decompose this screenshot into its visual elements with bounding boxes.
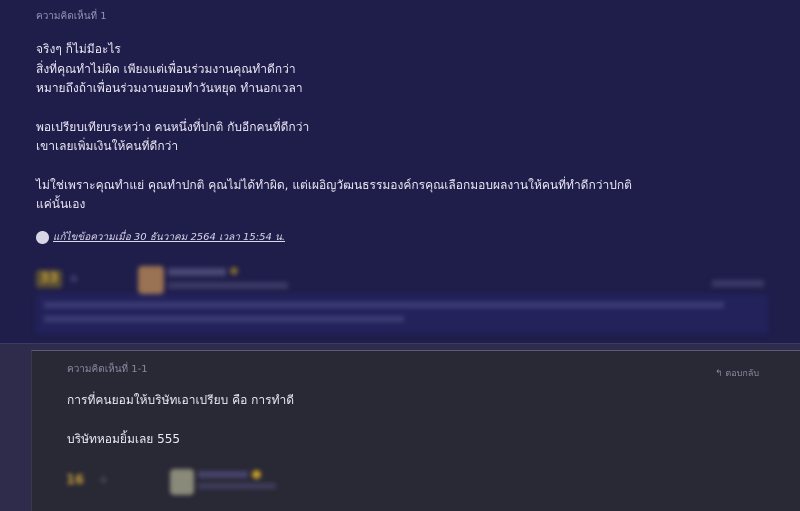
post-meta <box>198 483 276 489</box>
reply-card: ความคิดเห็นที่ 1-1 การที่คนยอมให้บริษัทเ… <box>31 350 800 511</box>
avatar[interactable] <box>170 469 194 495</box>
edited-note: แก้ไขข้อความเมื่อ 30 ธันวาคม 2564 เวลา 1… <box>36 230 285 245</box>
comment-line: พอเปรียบเทียบระหว่าง คนหนึ่งที่ปกติ กับอ… <box>36 119 310 134</box>
emotion-plus-button[interactable]: + <box>68 271 80 287</box>
vote-count[interactable]: 16 <box>66 473 88 489</box>
comment-number: ความคิดเห็นที่ 1 <box>36 11 107 22</box>
comment-line: จริงๆ ก็ไม่มีอะไร <box>36 42 121 56</box>
comment-footer: 33 + <box>36 264 768 336</box>
comment-line: ไม่ใช่เพราะคุณทำแย่ คุณทำปกติ คุณไม่ได้ท… <box>36 177 632 192</box>
comment-line: หมายถึงถ้าเพื่อนร่วมงานยอมทำวันหยุด ทำนอ… <box>36 81 303 95</box>
reply-button[interactable]: ↰ ตอบกลับ <box>715 366 759 380</box>
signature-box <box>36 294 768 334</box>
comment-body: จริงๆ ก็ไม่มีอะไร สิ่งที่คุณทำไม่ผิด เพี… <box>36 40 776 215</box>
comment-number: ความคิดเห็นที่ 1-1 <box>67 364 148 375</box>
edited-timestamp[interactable]: แก้ไขข้อความเมื่อ 30 ธันวาคม 2564 เวลา 1… <box>53 230 285 245</box>
badge-icon <box>230 267 238 275</box>
comment-line: บริษัทหอมยิ้มเลย 555 <box>67 431 181 446</box>
username[interactable] <box>198 471 248 478</box>
comment-line: การที่คนยอมให้บริษัทเอาเปรียบ คือ การทำด… <box>67 393 295 407</box>
post-meta <box>168 282 288 289</box>
comment-card: ความคิดเห็นที่ 1 จริงๆ ก็ไม่มีอะไร สิ่งท… <box>0 0 800 344</box>
comment-line: แค่นั้นเอง <box>36 197 86 211</box>
username[interactable] <box>168 268 226 276</box>
vote-count[interactable]: 33 <box>36 270 62 288</box>
badge-icon <box>252 470 261 479</box>
reply-button[interactable] <box>712 280 764 287</box>
clock-icon <box>36 231 49 244</box>
avatar[interactable] <box>138 266 164 294</box>
comment-line: สิ่งที่คุณทำไม่ผิด เพียงแต่เพื่อนร่วมงาน… <box>36 61 296 76</box>
comment-body: การที่คนยอมให้บริษัทเอาเปรียบ คือ การทำด… <box>67 391 294 449</box>
comment-line: เขาเลยเพิ่มเงินให้คนที่ดีกว่า <box>36 139 179 153</box>
emotion-plus-button[interactable]: + <box>98 473 109 488</box>
